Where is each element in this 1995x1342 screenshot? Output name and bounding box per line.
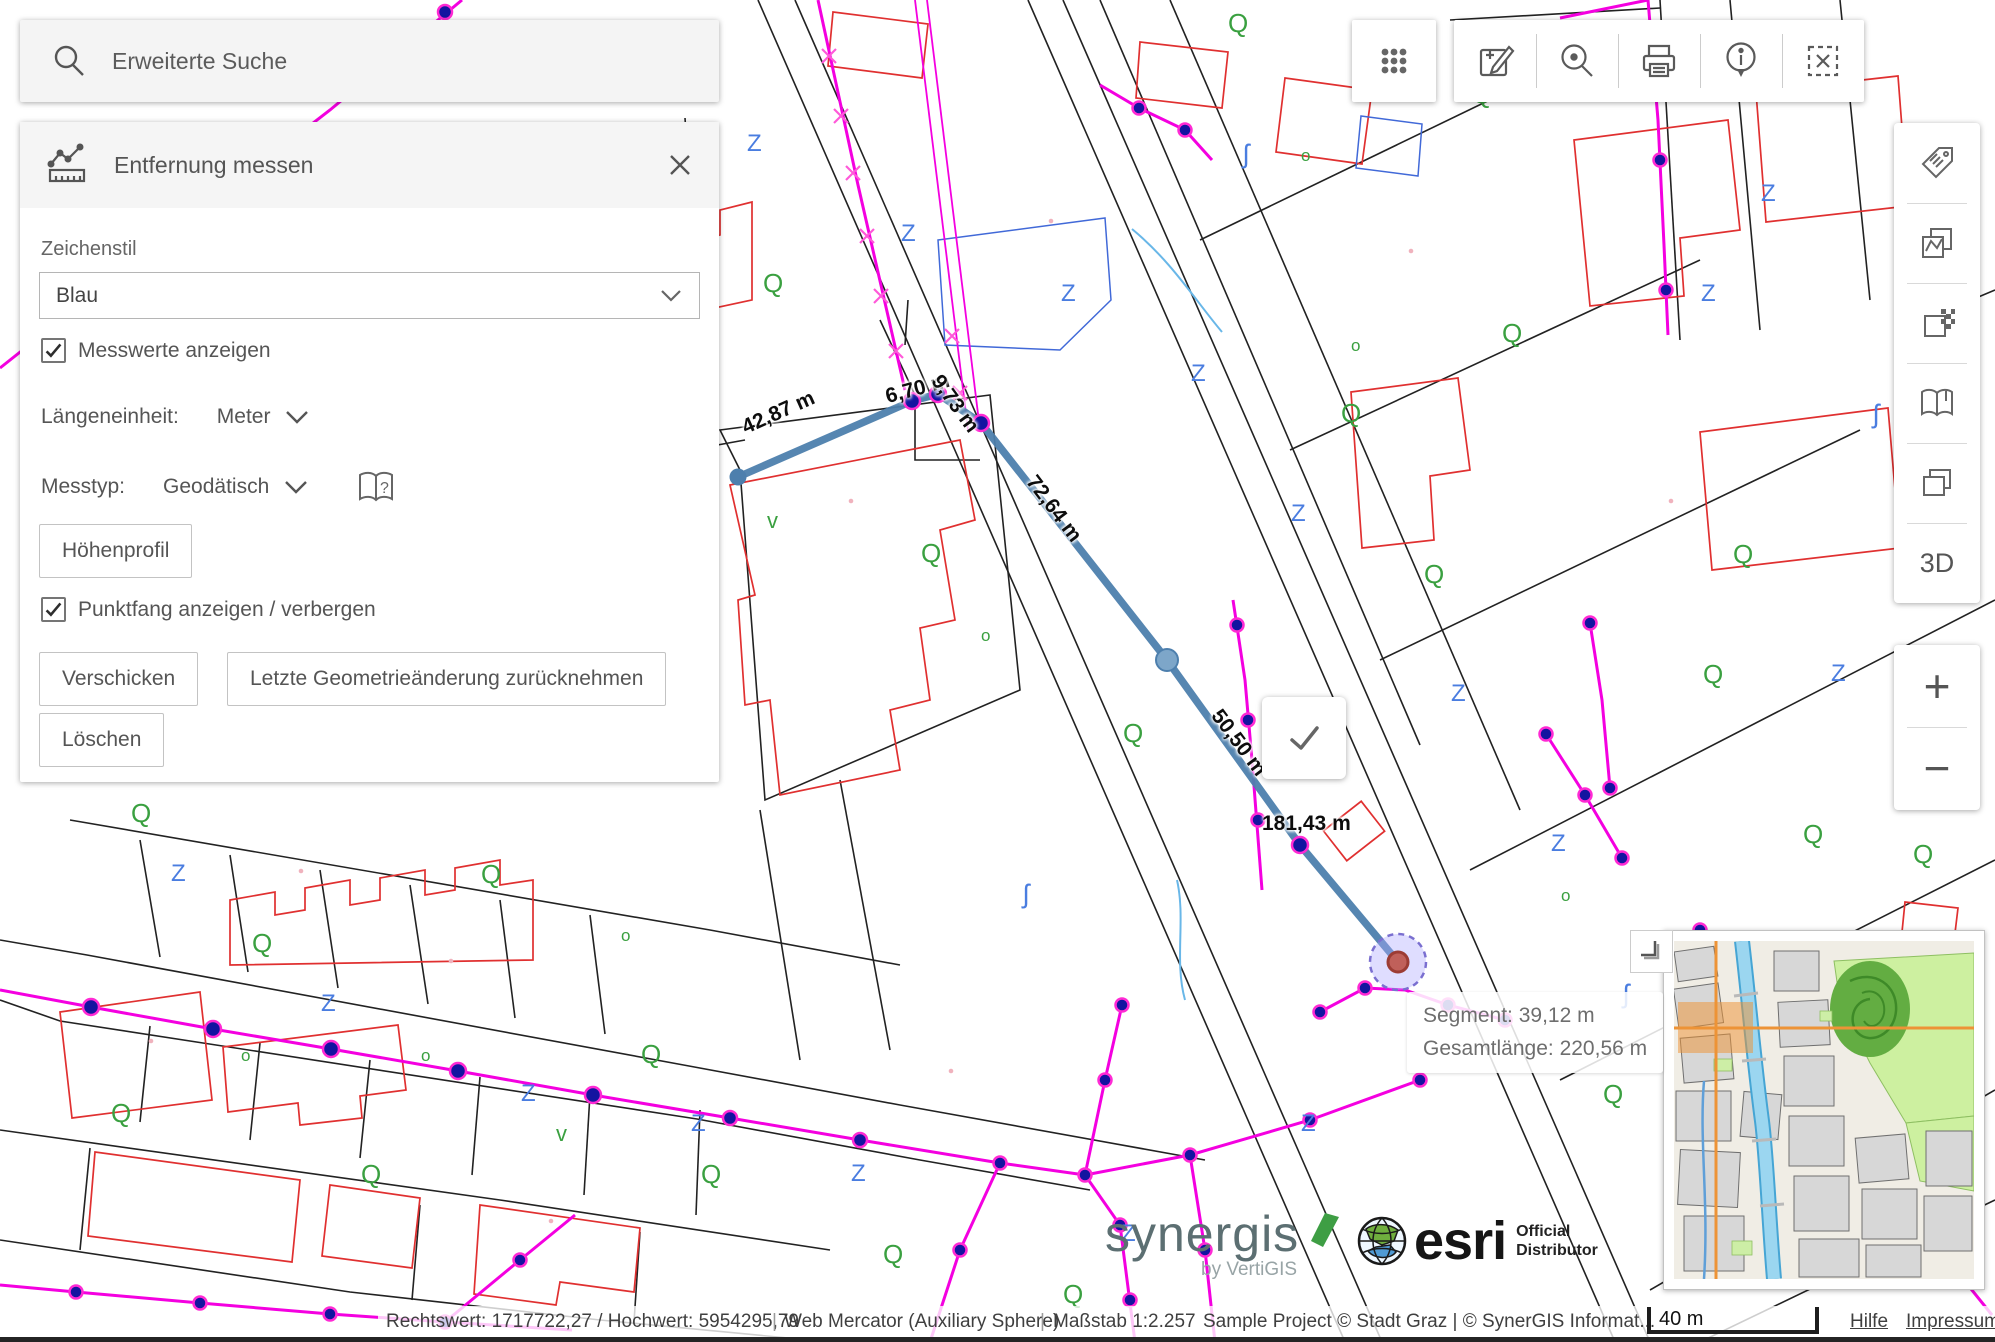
show-values-checkbox[interactable] xyxy=(41,338,66,363)
search-placeholder: Erweiterte Suche xyxy=(112,48,287,75)
esri-official: Official xyxy=(1516,1222,1598,1241)
undo-geometry-button[interactable]: Letzte Geometrieänderung zurücknehmen xyxy=(227,652,666,706)
scale-bar-label: 40 m xyxy=(1659,1308,1703,1331)
measure-type-label: Messtyp: xyxy=(41,475,125,499)
esri-wordmark: esri xyxy=(1414,1210,1506,1272)
imprint-link[interactable]: Impressum xyxy=(1906,1311,1995,1332)
map-windows-icon xyxy=(1917,463,1957,503)
help-book-icon[interactable]: ? xyxy=(355,469,397,505)
zoom-controls: + − xyxy=(1894,645,1980,810)
snap-cursor[interactable] xyxy=(1370,934,1426,990)
map-windows-button[interactable] xyxy=(1894,443,1980,523)
zoom-in-button[interactable]: + xyxy=(1894,645,1980,727)
map-toolbar xyxy=(1454,20,1864,102)
svg-text:?: ? xyxy=(380,480,389,497)
redline-edit-button[interactable] xyxy=(1454,20,1536,102)
measure-distance-panel: Entfernung messen Zeichenstil Blau Messw… xyxy=(20,122,719,782)
snap-toggle-row[interactable]: Punktfang anzeigen / verbergen xyxy=(41,597,376,622)
redline-edit-icon xyxy=(1472,38,1518,84)
overview-minimap[interactable] xyxy=(1663,930,1985,1290)
clear-selection-button[interactable] xyxy=(1782,20,1864,102)
length-unit-value[interactable]: Meter xyxy=(217,405,271,429)
bottom-edge-bar xyxy=(0,1337,1995,1342)
check-icon xyxy=(44,341,63,360)
send-button[interactable]: Verschicken xyxy=(39,652,198,706)
zoom-out-button[interactable]: − xyxy=(1894,727,1980,809)
tooltip-segment: Segment: 39,12 m xyxy=(1423,1000,1647,1033)
print-icon xyxy=(1636,38,1682,84)
synergis-leaf-icon xyxy=(1303,1207,1345,1251)
scale-bar: 40 m xyxy=(1647,1307,1819,1334)
chevron-down-icon[interactable] xyxy=(283,479,309,496)
snap-nodes-on-line xyxy=(904,386,1308,853)
measurement-vertices[interactable] xyxy=(730,469,1179,672)
tag-icon xyxy=(1917,143,1957,183)
measure-distance-icon xyxy=(44,142,90,188)
minimap-canvas[interactable] xyxy=(1674,941,1974,1279)
search-bar[interactable]: Erweiterte Suche xyxy=(20,20,719,102)
status-separator: | xyxy=(772,1311,777,1333)
panel-title: Entfernung messen xyxy=(114,152,665,179)
style-select[interactable]: Blau xyxy=(39,272,700,319)
snap-label: Punktfang anzeigen / verbergen xyxy=(78,598,376,622)
legend-book-icon xyxy=(1917,383,1957,423)
maptip-info-button[interactable] xyxy=(1700,20,1782,102)
apps-grid-icon xyxy=(1372,39,1416,83)
measure-type-row: Messtyp: Geodätisch ? xyxy=(41,469,397,505)
panel-header: Entfernung messen xyxy=(20,122,719,208)
close-icon[interactable] xyxy=(665,150,695,180)
collapse-corner-icon xyxy=(1637,937,1667,967)
synergis-byline: by VertiGIS xyxy=(1201,1259,1345,1281)
show-values-row[interactable]: Messwerte anzeigen xyxy=(41,338,271,363)
synergis-wordmark: synergis xyxy=(1105,1205,1299,1263)
tag-tool-button[interactable] xyxy=(1894,123,1980,203)
tooltip-total: Gesamtlänge: 220,56 m xyxy=(1423,1033,1647,1066)
snap-checkbox[interactable] xyxy=(41,597,66,622)
apps-menu-button[interactable] xyxy=(1352,20,1436,102)
length-unit-label: Längeneinheit: xyxy=(41,405,179,429)
style-label: Zeichenstil xyxy=(41,238,137,261)
map-overlay-icon xyxy=(1917,223,1957,263)
chevron-down-icon xyxy=(659,288,683,304)
search-icon xyxy=(50,42,88,80)
info-pin-icon xyxy=(1718,38,1764,84)
esri-logo: esri Official Distributor xyxy=(1356,1210,1598,1272)
map-overlay-button[interactable] xyxy=(1894,203,1980,283)
esri-distributor: Distributor xyxy=(1516,1241,1598,1260)
minimap-collapse-button[interactable] xyxy=(1630,930,1673,973)
help-link[interactable]: Hilfe xyxy=(1850,1311,1888,1332)
delete-button[interactable]: Löschen xyxy=(39,713,164,767)
transparency-icon xyxy=(1917,303,1957,343)
app-window: QQ QQ QQ QQ QQ QQ QQ QQ QQ QQ QQ vv oo o… xyxy=(0,0,1995,1342)
attribution-text: Sample Project © Stadt Graz | © SynerGIS… xyxy=(1203,1311,1655,1333)
measure-type-value[interactable]: Geodätisch xyxy=(163,475,269,499)
show-values-label: Messwerte anzeigen xyxy=(78,339,271,363)
3d-label: 3D xyxy=(1920,548,1955,579)
check-icon xyxy=(44,600,63,619)
zoom-search-icon xyxy=(1554,38,1600,84)
confirm-measurement-button[interactable] xyxy=(1262,697,1346,779)
length-unit-row: Längeneinheit: Meter xyxy=(41,405,310,429)
projection-label: Web Mercator (Auxiliary Sphere) xyxy=(784,1311,1059,1333)
style-select-value: Blau xyxy=(56,284,98,308)
measurement-tooltip: Segment: 39,12 m Gesamtlänge: 220,56 m xyxy=(1407,992,1663,1073)
clear-selection-icon xyxy=(1800,38,1846,84)
coordinate-readout: Rechtswert: 1717722,27 / Hochwert: 59542… xyxy=(386,1311,799,1333)
elevation-profile-button[interactable]: Höhenprofil xyxy=(39,524,192,578)
measurement-line[interactable] xyxy=(738,394,1398,962)
zoom-search-button[interactable] xyxy=(1536,20,1618,102)
esri-globe-icon xyxy=(1356,1215,1408,1267)
status-separator: | xyxy=(1040,1311,1045,1333)
scale-readout: Maßstab 1:2.257 xyxy=(1053,1311,1196,1333)
3d-view-button[interactable]: 3D xyxy=(1894,523,1980,603)
chevron-down-icon[interactable] xyxy=(284,409,310,426)
transparency-button[interactable] xyxy=(1894,283,1980,363)
side-toolbar: 3D xyxy=(1894,123,1980,603)
total-length-label: 181,43 m xyxy=(1262,812,1351,836)
check-icon xyxy=(1282,716,1326,760)
print-button[interactable] xyxy=(1618,20,1700,102)
synergis-logo: synergis by VertiGIS xyxy=(1105,1205,1345,1281)
legend-book-button[interactable] xyxy=(1894,363,1980,443)
